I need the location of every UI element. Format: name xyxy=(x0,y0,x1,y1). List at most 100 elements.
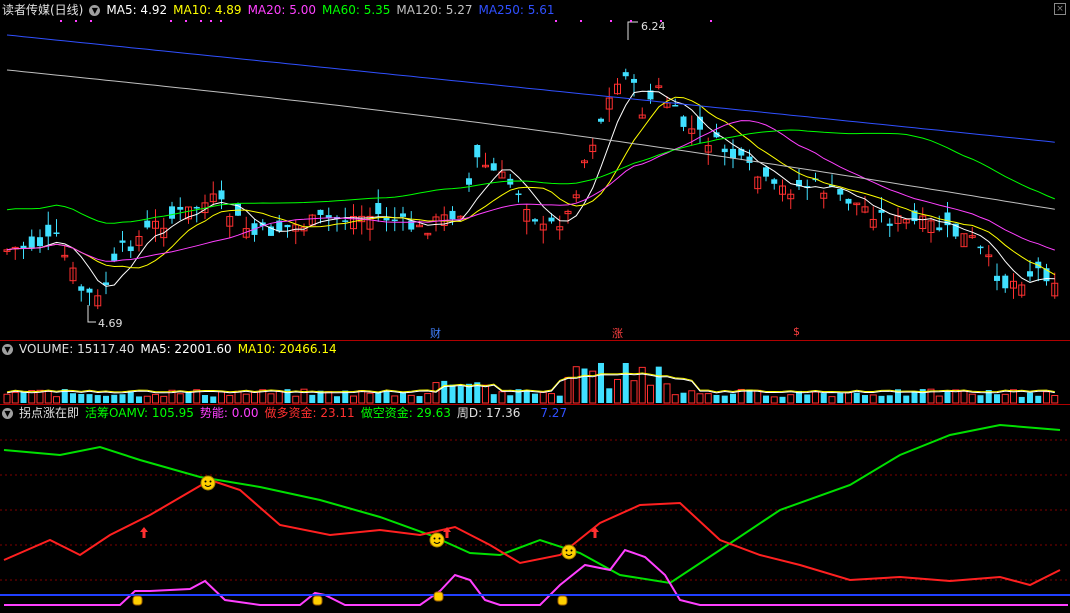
volume-bar xyxy=(94,395,101,403)
event-dot xyxy=(60,20,62,22)
volume-bar xyxy=(507,395,514,403)
candle-body xyxy=(127,246,134,252)
volume-bar xyxy=(449,384,456,403)
volume-bar xyxy=(944,391,951,403)
volume-bar xyxy=(878,395,885,403)
volume-bar xyxy=(210,396,217,403)
volume-bar xyxy=(160,395,168,404)
volume-bar xyxy=(292,395,300,404)
smiley-eye xyxy=(204,480,207,483)
volume-bar xyxy=(704,393,712,404)
volume-bar xyxy=(441,380,448,403)
indicator-chart[interactable] xyxy=(0,405,1070,613)
candle-body xyxy=(763,167,769,177)
volume-bar xyxy=(176,393,184,404)
candle-body xyxy=(20,245,27,249)
candle-body xyxy=(977,246,984,249)
volume-bar xyxy=(539,391,547,404)
volume-bar xyxy=(696,393,704,404)
volume-bar xyxy=(202,395,208,403)
volume-bar xyxy=(770,396,778,404)
candle-body xyxy=(886,223,893,226)
event-marker-cai[interactable]: 财 xyxy=(430,325,441,341)
smiley-eye xyxy=(433,537,436,540)
price-pane[interactable]: 读者传媒(日线) ▼ MA5: 4.92 MA10: 4.89 MA20: 5.00 MA… xyxy=(0,0,1070,340)
volume-bar xyxy=(111,394,118,403)
candle-body xyxy=(144,220,151,228)
green-line xyxy=(3,423,1061,585)
volume-bar xyxy=(853,392,860,403)
indicator-pane[interactable]: ▼ 拐点涨在即 活筹OAMV: 105.95 势能: 0.00 做多资金: 23.11 做… xyxy=(0,405,1070,613)
candle-body xyxy=(28,236,35,248)
volume-bar xyxy=(143,395,151,404)
volume-bar xyxy=(968,393,976,404)
ma5-line xyxy=(6,90,1055,287)
hand-pointer-icon xyxy=(557,595,568,606)
volume-bar xyxy=(614,378,621,404)
volume-bar xyxy=(1001,393,1009,404)
low-price-label: 4.69 xyxy=(98,317,123,330)
candle-body xyxy=(746,156,753,163)
volume-bar xyxy=(383,391,390,403)
event-dot xyxy=(580,20,582,22)
event-marker-zhang[interactable]: 涨 xyxy=(612,325,623,341)
volume-bar xyxy=(911,391,918,403)
candle-body xyxy=(466,178,472,185)
volume-bar xyxy=(598,362,604,403)
candle-body xyxy=(53,232,60,234)
volume-bar xyxy=(804,394,811,403)
volume-bar xyxy=(3,393,11,404)
event-dot xyxy=(75,20,77,22)
candlestick-chart[interactable] xyxy=(0,0,1070,340)
volume-chart[interactable] xyxy=(0,341,1070,404)
volume-bar xyxy=(820,393,827,403)
volume-bar xyxy=(606,388,613,403)
candle-body xyxy=(78,286,85,291)
candle-body xyxy=(449,210,456,220)
volume-bar xyxy=(630,380,638,404)
volume-bar xyxy=(251,391,258,404)
volume-bar xyxy=(837,393,844,403)
volume-bar xyxy=(532,393,538,403)
high-marker xyxy=(627,21,638,40)
volume-bar xyxy=(572,366,580,404)
smiley-eye xyxy=(565,549,568,552)
volume-bar xyxy=(152,393,159,404)
high-price-label: 6.24 xyxy=(641,20,666,33)
event-dot xyxy=(90,20,92,22)
volume-bar xyxy=(671,394,679,404)
volume-bar xyxy=(103,395,109,403)
event-dot xyxy=(710,20,712,22)
smiley-icon xyxy=(200,475,216,491)
candle-body xyxy=(515,193,522,196)
event-dot xyxy=(210,20,212,22)
candle-body xyxy=(193,206,200,209)
candle-body xyxy=(532,219,538,222)
volume-pane[interactable]: ▼ VOLUME: 15117.40 MA5: 22001.60 MA10: 2046… xyxy=(0,341,1070,404)
volume-bar xyxy=(869,394,877,404)
candle-body xyxy=(548,217,555,222)
candle-body xyxy=(317,209,324,215)
volume-bar xyxy=(713,394,720,403)
volume-bar xyxy=(1043,391,1050,404)
volume-bar xyxy=(226,394,234,404)
volume-bar xyxy=(20,392,27,403)
volume-bar xyxy=(407,394,415,404)
volume-bar xyxy=(457,386,464,403)
volume-bar xyxy=(234,390,242,404)
event-marker-dollar[interactable]: $ xyxy=(793,325,800,338)
candle-body xyxy=(837,188,844,195)
volume-bar xyxy=(1018,396,1025,403)
volume-bar xyxy=(655,366,662,403)
volume-bar xyxy=(977,395,984,403)
volume-bar xyxy=(754,389,762,404)
candle-body xyxy=(284,224,291,228)
volume-bar xyxy=(721,395,728,403)
volume-bar xyxy=(680,392,687,403)
candle-body xyxy=(680,116,687,127)
candle-body xyxy=(1002,275,1009,289)
volume-bar xyxy=(548,393,555,404)
candle-body xyxy=(177,206,184,210)
volume-bar xyxy=(581,368,588,403)
volume-bar xyxy=(334,396,340,403)
